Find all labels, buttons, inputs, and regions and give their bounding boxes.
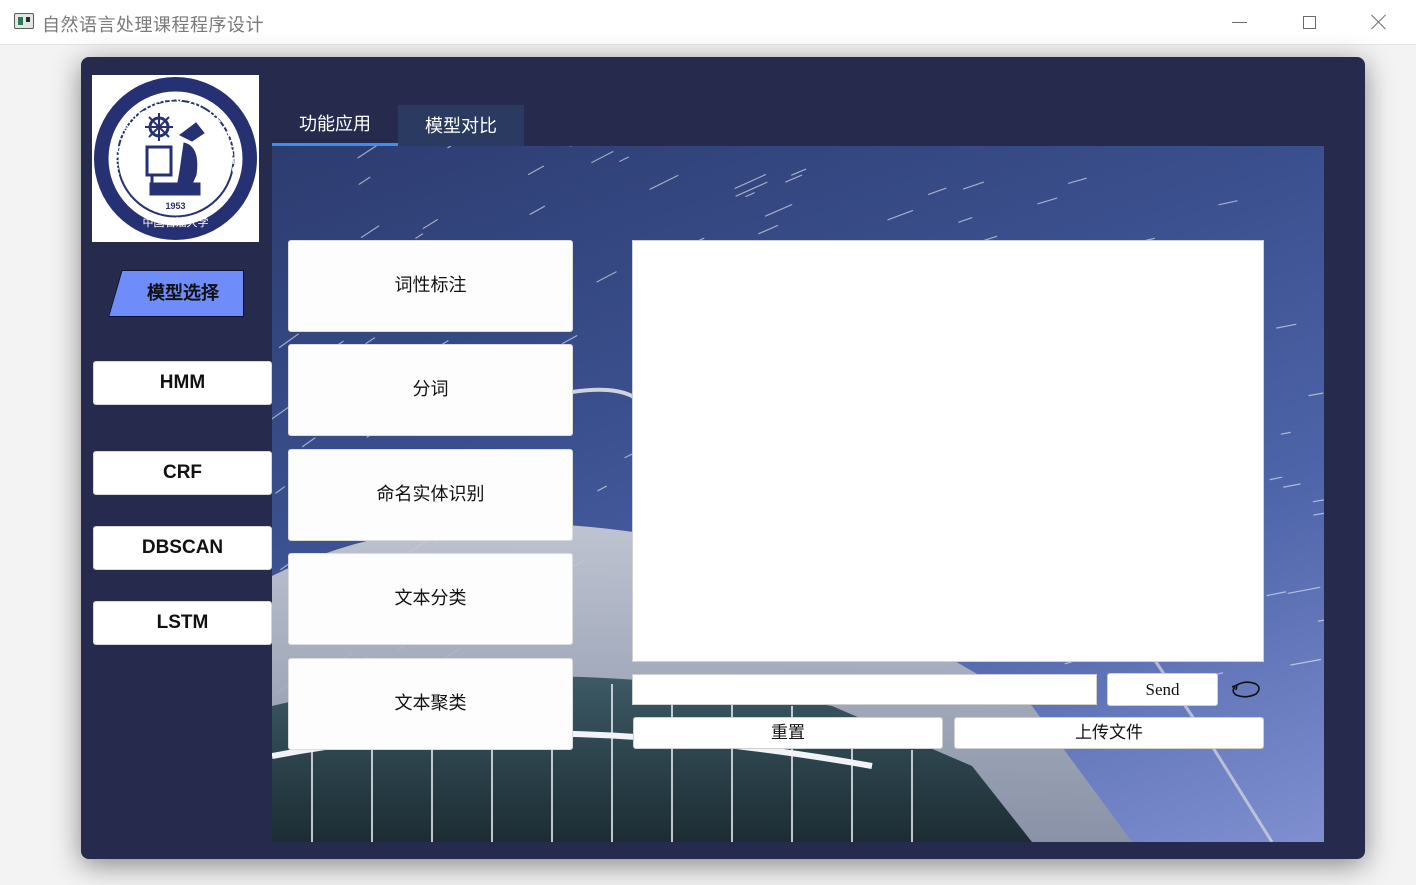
message-input[interactable]: [632, 674, 1097, 705]
model-button-crf[interactable]: CRF: [93, 451, 272, 495]
model-button-dbscan[interactable]: DBSCAN: [93, 526, 272, 570]
minimize-icon: [1231, 21, 1247, 23]
text-clustering-button[interactable]: 文本聚类: [288, 658, 573, 750]
send-button[interactable]: Send: [1107, 673, 1218, 706]
close-icon: [1371, 14, 1387, 30]
model-select-label: 模型选择: [108, 270, 244, 317]
close-button[interactable]: [1344, 0, 1414, 44]
tab-model-comparison[interactable]: 模型对比: [398, 105, 524, 146]
pos-tagging-button[interactable]: 词性标注: [288, 240, 573, 332]
maximize-icon: [1302, 15, 1316, 29]
output-text-area[interactable]: [632, 240, 1264, 662]
university-seal-icon: CHINA UNIVERSITY OF PETROLEUM 1953 中国石油大…: [92, 75, 257, 240]
refresh-icon[interactable]: [1228, 679, 1264, 701]
tab-function-application[interactable]: 功能应用: [272, 105, 398, 146]
title-bar: 自然语言处理课程程序设计: [0, 0, 1416, 45]
model-button-lstm[interactable]: LSTM: [93, 601, 272, 645]
logo-chinese-name: 中国石油大学: [143, 215, 209, 229]
model-button-hmm[interactable]: HMM: [93, 361, 272, 405]
text-classification-button[interactable]: 文本分类: [288, 553, 573, 645]
named-entity-recognition-button[interactable]: 命名实体识别: [288, 449, 573, 541]
reset-button[interactable]: 重置: [633, 717, 943, 749]
minimize-button[interactable]: [1204, 0, 1274, 44]
tab-content-panel: 词性标注 分词 命名实体识别 文本分类 文本聚类 Send 重置 上传文件: [272, 146, 1324, 842]
model-select-text: 模型选择: [147, 283, 219, 304]
app-window-icon: [14, 13, 34, 29]
window-title: 自然语言处理课程程序设计: [42, 15, 264, 36]
upload-file-button[interactable]: 上传文件: [954, 717, 1264, 749]
maximize-button[interactable]: [1274, 0, 1344, 44]
word-segmentation-button[interactable]: 分词: [288, 344, 573, 436]
logo-year: 1953: [165, 201, 185, 211]
university-logo: CHINA UNIVERSITY OF PETROLEUM 1953 中国石油大…: [92, 75, 259, 242]
main-panel: CHINA UNIVERSITY OF PETROLEUM 1953 中国石油大…: [81, 57, 1365, 859]
